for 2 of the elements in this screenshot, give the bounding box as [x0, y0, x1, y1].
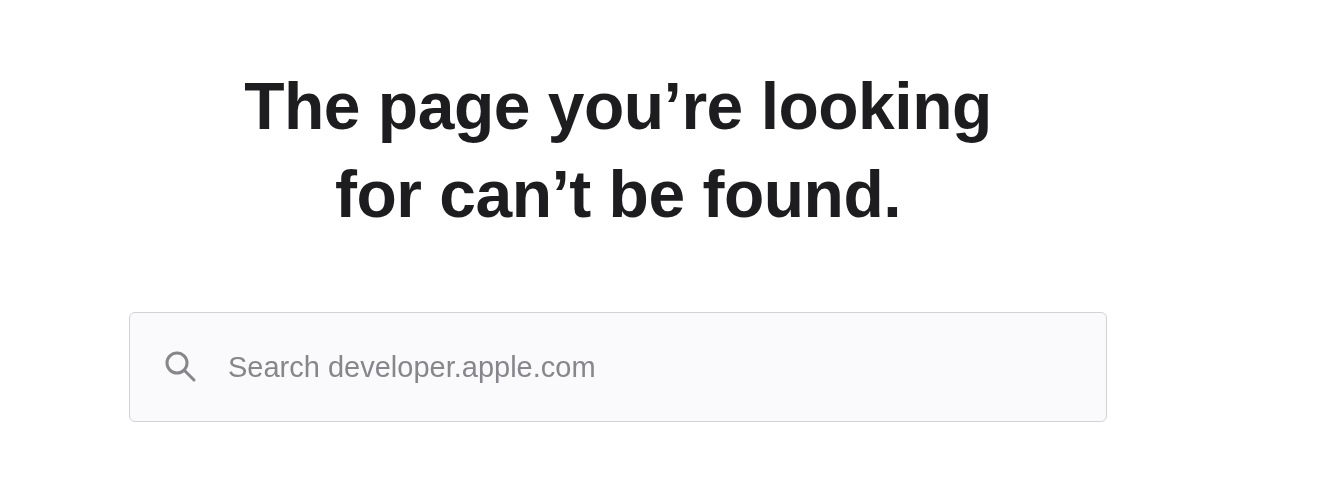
- search-field[interactable]: Search developer.apple.com: [129, 312, 1107, 422]
- page-heading: The page you’re looking for can’t be found.: [243, 68, 993, 233]
